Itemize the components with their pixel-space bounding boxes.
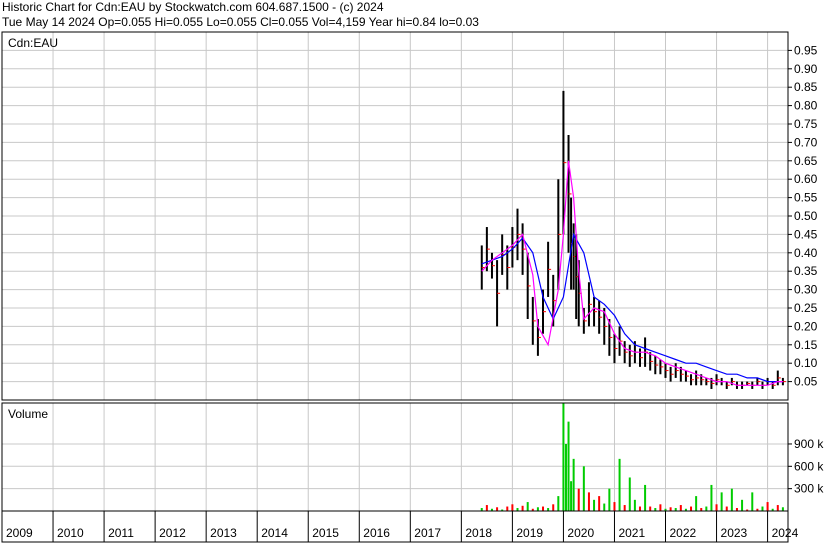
volume-bar: [567, 421, 570, 511]
volume-panel-border: [1, 402, 789, 512]
year-tick-label: 2017: [414, 526, 441, 540]
volume-bar: [608, 488, 611, 511]
volume-bar: [511, 504, 514, 511]
volume-bar: [603, 503, 606, 511]
volume-bar: [725, 506, 728, 511]
volume-bar: [720, 492, 723, 511]
volume-bar: [705, 506, 708, 511]
volume-bar: [751, 492, 754, 511]
volume-bar: [766, 502, 769, 511]
volume-bar: [623, 505, 626, 511]
volume-bar: [638, 506, 641, 511]
price-tick-label: 0.55: [794, 191, 818, 205]
price-tick-label: 0.60: [794, 172, 818, 186]
price-tick-label: 0.70: [794, 135, 818, 149]
year-tick-label: 2019: [516, 526, 543, 540]
volume-bar: [715, 504, 718, 511]
price-tick-label: 0.25: [794, 301, 818, 315]
price-tick-label: 0.45: [794, 227, 818, 241]
price-tick-label: 0.80: [794, 99, 818, 113]
volume-bar: [649, 506, 652, 511]
price-tick-label: 0.05: [794, 375, 818, 389]
volume-bar: [659, 504, 662, 511]
volume-bar: [761, 506, 764, 511]
volume-bar: [496, 507, 499, 511]
volume-bar: [572, 458, 575, 511]
volume-bar: [564, 443, 567, 511]
year-tick-label: 2018: [465, 526, 492, 540]
volume-bar: [679, 505, 682, 511]
year-tick-label: 2015: [312, 526, 339, 540]
volume-tick-label: 300 k: [794, 482, 824, 496]
volume-bar: [644, 484, 647, 511]
volume-bar: [628, 477, 631, 511]
volume-bar: [618, 458, 621, 511]
volume-bar: [536, 507, 539, 511]
price-tick-label: 0.35: [794, 264, 818, 278]
price-tick-label: 0.15: [794, 338, 818, 352]
volume-bar: [562, 403, 565, 511]
volume-bar: [741, 499, 744, 511]
volume-tick-label: 600 k: [794, 459, 824, 473]
volume-label: Volume: [8, 407, 48, 421]
chart-canvas: 0.95 0.90 0.85 0.80 0.75 0.70 0.65 0.60 0.55 0.50…: [1, 31, 824, 543]
volume-bar: [613, 502, 616, 511]
price-tick-label: 0.30: [794, 283, 818, 297]
year-tick-label: 2012: [159, 526, 186, 540]
volume-tick-label: 900 k: [794, 437, 824, 451]
price-tick-label: 0.40: [794, 246, 818, 260]
volume-bar: [776, 505, 779, 511]
volume-bar: [593, 499, 596, 511]
volume-bar: [521, 505, 524, 511]
year-tick-label: 2024: [772, 526, 799, 540]
volume-bar: [598, 496, 601, 511]
volume-bar: [577, 488, 580, 511]
year-tick-label: 2011: [108, 526, 134, 540]
volume-bar: [781, 507, 784, 511]
volume-bar: [669, 507, 672, 511]
volume-bar: [695, 496, 698, 511]
price-tick-label: 0.50: [794, 209, 818, 223]
volume-bar: [690, 506, 693, 511]
price-tick-label: 0.65: [794, 154, 818, 168]
volume-bar: [730, 488, 733, 511]
price-tick-label: 0.85: [794, 80, 818, 94]
volume-bar: [552, 504, 555, 511]
axes: 0.95 0.90 0.85 0.80 0.75 0.70 0.65 0.60 0.55 0.50…: [1, 31, 824, 543]
price-tick-label: 0.20: [794, 319, 818, 333]
volume-bar: [587, 492, 590, 511]
price-tick-label: 0.10: [794, 356, 818, 370]
year-tick-label: 2013: [210, 526, 237, 540]
volume-bar: [633, 499, 636, 511]
symbol-label: Cdn:EAU: [8, 36, 58, 50]
volume-bar: [570, 481, 573, 511]
year-tick-label: 2023: [721, 526, 748, 540]
volume-bar: [526, 502, 529, 511]
volume-bar: [582, 466, 585, 511]
volume-bar: [542, 506, 545, 511]
year-tick-label: 2016: [363, 526, 390, 540]
year-tick-label: 2020: [567, 526, 594, 540]
year-tick-label: 2022: [670, 526, 697, 540]
volume-bars: [480, 403, 784, 511]
year-tick-label: 2010: [57, 526, 84, 540]
year-tick-label: 2009: [6, 526, 33, 540]
volume-bar: [710, 484, 713, 511]
year-tick-label: 2021: [618, 526, 645, 540]
price-tick-label: 0.75: [794, 117, 818, 131]
grid-layer: [2, 32, 788, 511]
volume-bar: [506, 506, 509, 511]
volume-bar: [485, 505, 488, 511]
year-tick-label: 2014: [261, 526, 288, 540]
volume-bar: [557, 496, 560, 511]
price-tick-label: 0.95: [794, 43, 818, 57]
price-tick-label: 0.90: [794, 62, 818, 76]
